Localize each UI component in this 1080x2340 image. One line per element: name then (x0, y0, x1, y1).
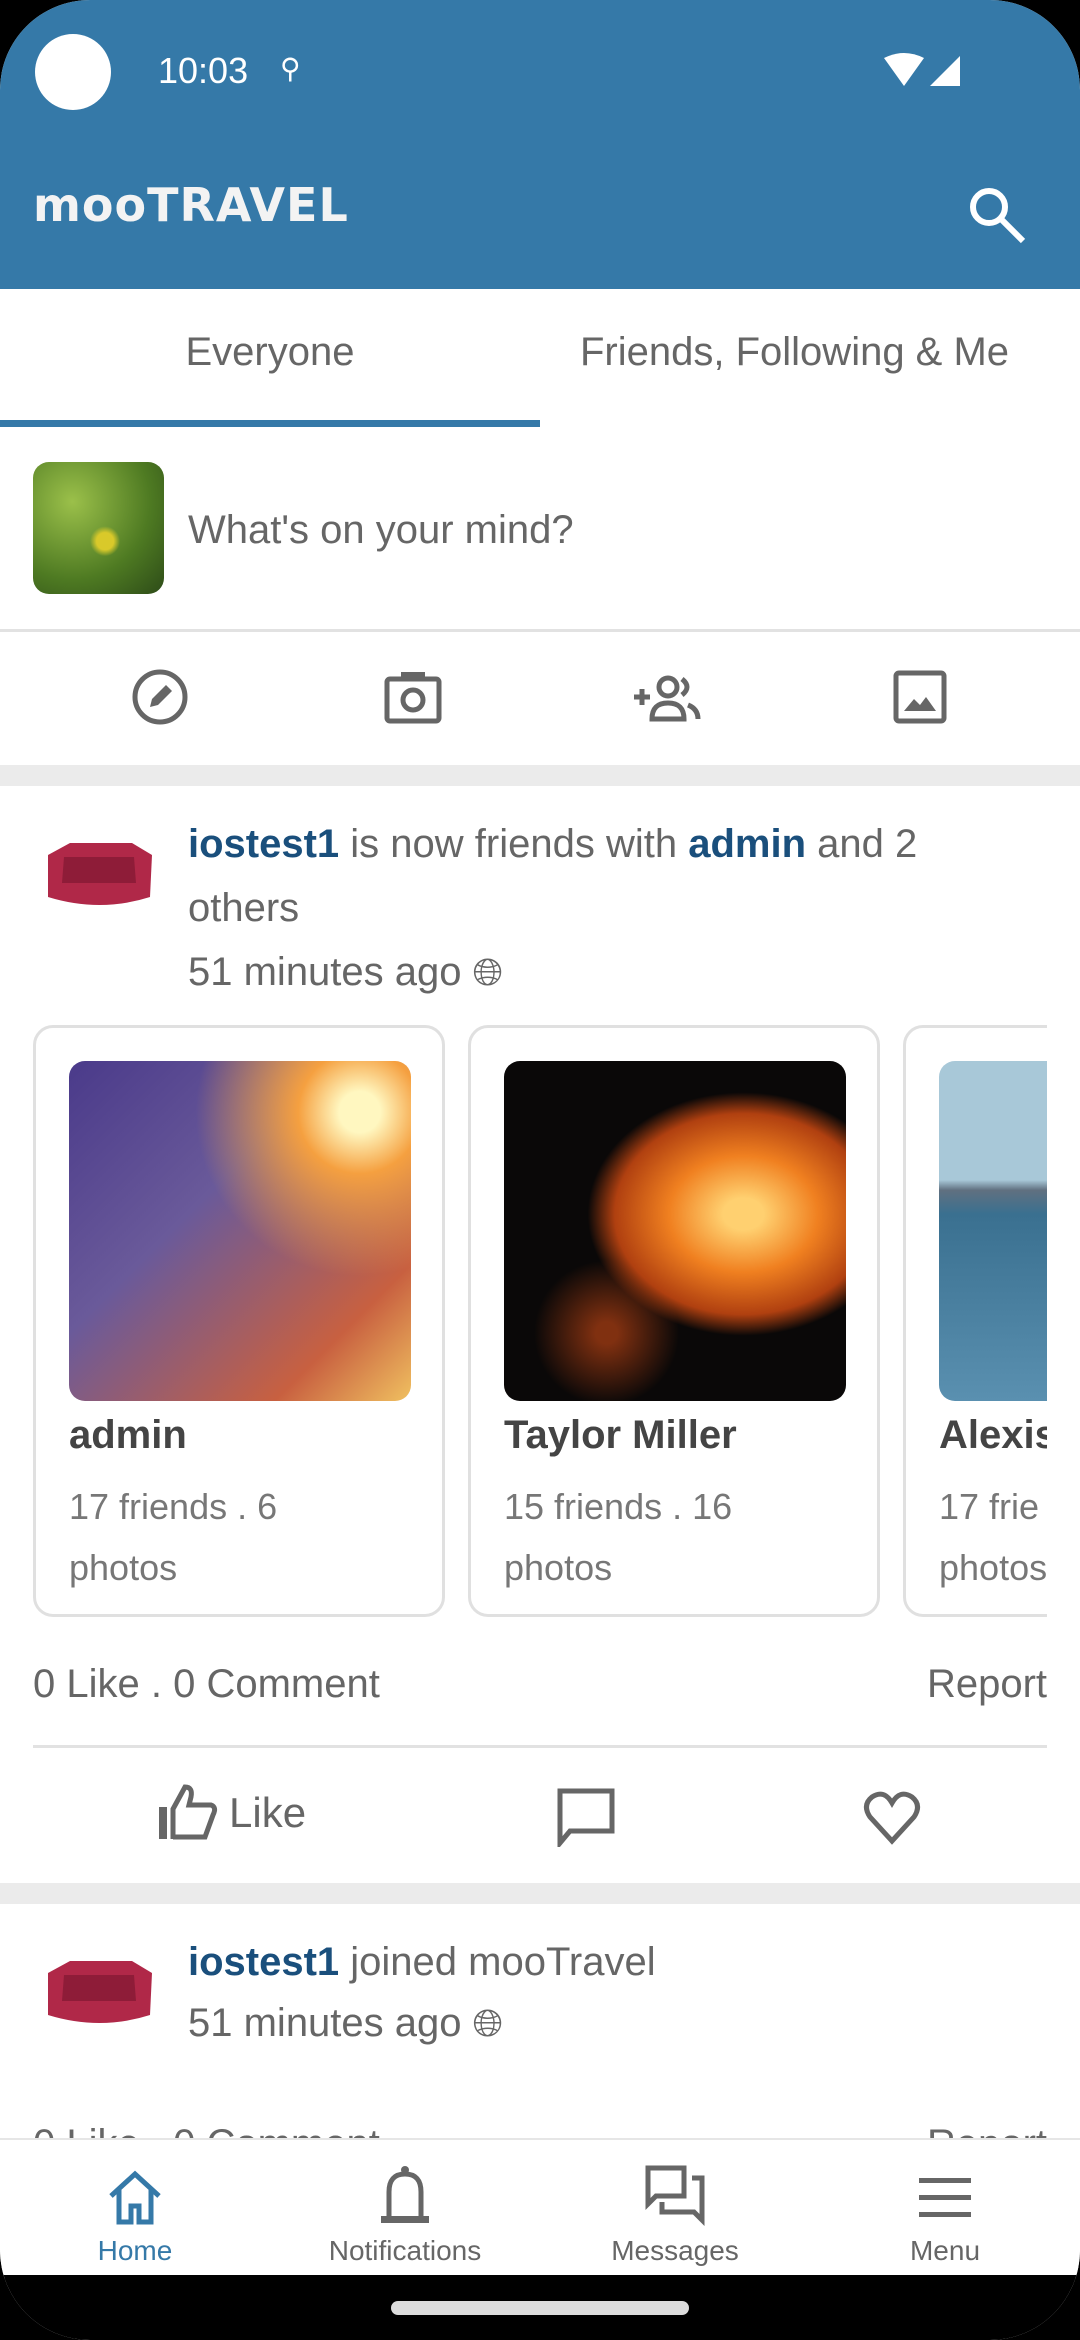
friend-count: 17 frie (939, 1486, 1040, 1527)
image-icon[interactable] (890, 667, 950, 727)
app-header: 10:03 ⚲ mooTRAVEL (0, 0, 1080, 289)
post-timestamp: 51 minutes ago (188, 2001, 462, 2045)
active-tab-indicator (0, 420, 540, 427)
post-text: joined mooTravel (339, 1940, 656, 1984)
app-logo: mooTRAVEL (33, 178, 349, 232)
friend-photo (504, 1061, 846, 1401)
friend-card[interactable]: Alexis 17 frie photos (903, 1025, 1047, 1617)
friend-photo (939, 1061, 1047, 1401)
post-header-text: iostest1 joined mooTravel (188, 1930, 1008, 1994)
post-text: is now friends with (339, 822, 689, 866)
section-gap (0, 765, 1080, 786)
nav-label: Menu (909, 2235, 981, 2266)
heart-icon[interactable] (862, 1787, 922, 1847)
globe-icon: 🌐︎ (472, 2003, 504, 2045)
friend-meta: 17 frie photos (939, 1476, 1047, 1598)
card-clip: Alexis 17 frie photos (903, 1025, 1047, 1617)
wifi-signal-icon (884, 53, 960, 86)
messages-icon (645, 2165, 705, 2227)
photo-count: photos (69, 1547, 178, 1588)
friend-name[interactable]: Taylor Miller (504, 1413, 737, 1458)
home-icon (109, 2170, 161, 2225)
home-indicator[interactable] (391, 2301, 689, 2315)
thumbs-up-icon (159, 1784, 218, 1840)
tab-everyone[interactable]: Everyone (0, 330, 540, 375)
camera-icon[interactable] (383, 667, 443, 727)
friend-photo (69, 1061, 411, 1401)
nav-home[interactable]: Home (0, 2140, 270, 2278)
post-time: 51 minutes ago 🌐︎ (188, 950, 503, 995)
friend-card[interactable]: Taylor Miller 15 friends . 16 photos (468, 1025, 880, 1617)
friend-name[interactable]: Alexis (939, 1413, 1047, 1458)
post-author-link[interactable]: iostest1 (188, 822, 339, 866)
nav-messages[interactable]: Messages (540, 2140, 810, 2278)
nav-menu[interactable]: Menu (810, 2140, 1080, 2278)
section-gap (0, 1883, 1080, 1904)
post-author-link[interactable]: iostest1 (188, 1940, 339, 1984)
tab-friends-following-me[interactable]: Friends, Following & Me (540, 330, 1080, 375)
friend-meta: 17 friends . 6 photos (69, 1476, 399, 1598)
status-input[interactable]: What's on your mind? (188, 508, 574, 553)
nav-label: Notifications (328, 2235, 482, 2266)
camera-cutout (35, 34, 111, 110)
bell-icon (381, 2166, 429, 2223)
add-friends-icon[interactable] (632, 667, 704, 727)
divider (33, 1745, 1047, 1748)
friend-name[interactable]: admin (69, 1413, 187, 1458)
comment-icon[interactable] (556, 1787, 616, 1847)
report-link[interactable]: Report (927, 1662, 1047, 1707)
post-stats[interactable]: 0 Like . 0 Comment (33, 1662, 380, 1707)
divider (0, 629, 1080, 632)
status-time: 10:03 (158, 50, 249, 91)
bottom-nav: Home Notifications Messages Menu (0, 2138, 1080, 2278)
screen: 10:03 ⚲ mooTRAVEL Everyone Friends, Foll… (0, 0, 1080, 2340)
menu-icon (919, 2178, 971, 2217)
like-button[interactable]: Like (155, 1783, 306, 1843)
nav-label: Home (97, 2235, 173, 2266)
post-time: 51 minutes ago 🌐︎ (188, 2001, 503, 2046)
user-avatar[interactable] (33, 462, 164, 594)
post-target-link[interactable]: admin (688, 822, 806, 866)
post-timestamp: 51 minutes ago (188, 950, 462, 994)
post-author-avatar[interactable] (40, 1953, 158, 2033)
friend-card[interactable]: admin 17 friends . 6 photos (33, 1025, 445, 1617)
post-author-avatar[interactable] (40, 835, 158, 915)
nav-notifications[interactable]: Notifications (270, 2140, 540, 2278)
globe-icon: 🌐︎ (472, 952, 504, 994)
edit-icon[interactable] (130, 667, 190, 727)
nav-label: Messages (611, 2235, 739, 2266)
system-nav-bar (0, 2275, 1080, 2340)
friend-count: 17 friends . 6 (69, 1486, 278, 1527)
search-icon[interactable] (965, 183, 1029, 247)
friend-meta: 15 friends . 16 photos (504, 1476, 834, 1598)
post-header-text: iostest1 is now friends with admin and 2… (188, 812, 1008, 940)
photo-count: photos (504, 1547, 613, 1588)
friend-count: 15 friends . 16 (504, 1486, 733, 1527)
location-icon: ⚲ (280, 53, 301, 84)
photo-count: photos (939, 1547, 1047, 1588)
like-label: Like (229, 1789, 307, 1836)
